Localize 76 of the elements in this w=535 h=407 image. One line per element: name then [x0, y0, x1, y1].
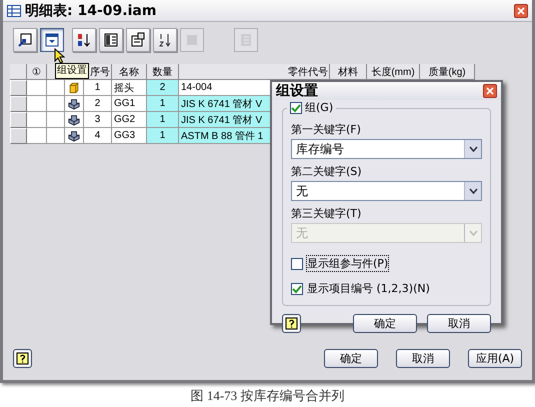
help-icon: [16, 352, 29, 365]
help-icon: [285, 317, 298, 330]
table-cell: 4: [84, 128, 112, 144]
toolbar-button[interactable]: [153, 28, 177, 52]
key-dropdown[interactable]: 库存编号: [291, 139, 482, 159]
row-handle[interactable]: [10, 112, 27, 128]
table-cell: 1: [147, 96, 179, 112]
check-icon: [291, 102, 301, 112]
row-handle[interactable]: [10, 128, 27, 144]
dialog-button[interactable]: 确定: [324, 349, 378, 368]
column-header: 名称: [112, 64, 147, 80]
table-cell: 1: [147, 128, 179, 144]
table-cell: 2: [84, 96, 112, 112]
key-label: 第二关键字(S): [291, 164, 363, 179]
table-cell: 1: [84, 80, 112, 96]
column-header: [10, 64, 27, 80]
option-checkbox[interactable]: 显示项目编号 (1,2,3)(N): [291, 280, 482, 297]
chevron-down-icon: [468, 146, 478, 152]
list-icon: [238, 32, 254, 48]
table-cell: [27, 128, 47, 144]
column-header: 长度(mm): [367, 64, 420, 80]
close-icon: [486, 87, 494, 95]
table-icon: [7, 4, 21, 16]
table-cell: [27, 96, 47, 112]
close-button[interactable]: [483, 84, 497, 98]
dialog-button[interactable]: 应用(A): [468, 349, 522, 368]
table-icon: [44, 32, 60, 48]
columns-icon: [103, 32, 119, 48]
blank-icon: [184, 32, 200, 48]
figure-caption: 图 14-73 按库存编号合并列: [190, 387, 346, 405]
dialog-button[interactable]: 取消: [427, 314, 491, 333]
table-cell: [27, 80, 47, 96]
check-icon: [292, 284, 302, 294]
table-cell: 2: [147, 80, 179, 96]
window-title: 明细表: 14-09.iam: [25, 2, 158, 20]
table-cell: GG1: [112, 96, 147, 112]
column-header: 数量: [147, 64, 179, 80]
group-checkbox[interactable]: 组(G): [287, 100, 336, 115]
chevron-down-icon: [468, 230, 478, 236]
row-handle[interactable]: [10, 80, 27, 96]
tooltip: 组设置: [55, 63, 89, 79]
key-label: 第三关键字(T): [291, 206, 362, 221]
document-icon: [130, 32, 146, 48]
toolbar-button[interactable]: [99, 28, 123, 52]
chevron-down-icon: [468, 188, 478, 194]
sort-icon: [76, 32, 92, 48]
cursor-icon: [54, 48, 65, 64]
table-cell: [27, 112, 47, 128]
assembly-icon: [68, 114, 80, 126]
toolbar-button[interactable]: [126, 28, 150, 52]
close-button[interactable]: [514, 4, 528, 18]
help-button[interactable]: [282, 314, 301, 333]
toolbar-button[interactable]: [40, 28, 64, 52]
table-cell: GG3: [112, 128, 147, 144]
export-icon: [17, 32, 33, 48]
column-header: 质量(kg): [420, 64, 475, 80]
table-cell: GG2: [112, 112, 147, 128]
help-button[interactable]: [13, 349, 32, 368]
table-cell: 3: [84, 112, 112, 128]
assembly-icon: [68, 130, 80, 142]
toolbar-button[interactable]: [13, 28, 37, 52]
part-icon: [68, 82, 80, 94]
column-header: ①: [27, 64, 47, 80]
renumber-icon: [157, 32, 173, 48]
close-icon: [517, 6, 525, 14]
row-handle[interactable]: [10, 96, 27, 112]
assembly-icon: [68, 98, 80, 110]
dialog-button[interactable]: 取消: [396, 349, 450, 368]
option-checkbox[interactable]: 显示组参与件(P): [291, 255, 482, 272]
table-cell: 摇头: [112, 80, 147, 96]
key-dropdown[interactable]: 无: [291, 181, 482, 201]
column-header: 材料: [330, 64, 367, 80]
dialog-button[interactable]: 确定: [353, 314, 417, 333]
toolbar-button[interactable]: [72, 28, 96, 52]
table-cell: 1: [147, 112, 179, 128]
column-header: 零件代号: [179, 64, 330, 80]
